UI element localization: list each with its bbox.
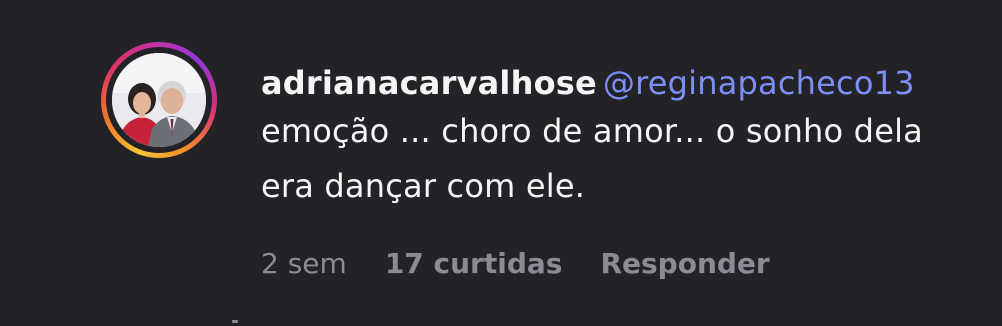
comment-body: adrianacarvalhose @reginapacheco13 emoção…	[261, 62, 981, 214]
username-link[interactable]: adrianacarvalhose	[261, 64, 597, 102]
reply-button[interactable]: Responder	[600, 244, 769, 284]
comment-text: emoção ... choro de amor... o sonho dela…	[261, 112, 923, 205]
comment: adrianacarvalhose @reginapacheco13 emoção…	[0, 0, 1002, 324]
comment-header: adrianacarvalhose @reginapacheco13	[261, 62, 981, 104]
avatar-photo-icon	[112, 53, 206, 147]
avatar-gap	[106, 47, 212, 153]
mention-link[interactable]: @reginapacheco13	[603, 64, 915, 102]
next-item-peek	[232, 316, 292, 326]
story-ring[interactable]	[101, 42, 217, 158]
comment-meta: 2 sem 17 curtidas Responder	[261, 244, 770, 284]
avatar[interactable]	[112, 53, 206, 147]
likes-count[interactable]: 17 curtidas	[385, 244, 563, 284]
timestamp[interactable]: 2 sem	[261, 244, 347, 284]
peek-mark	[232, 320, 238, 323]
